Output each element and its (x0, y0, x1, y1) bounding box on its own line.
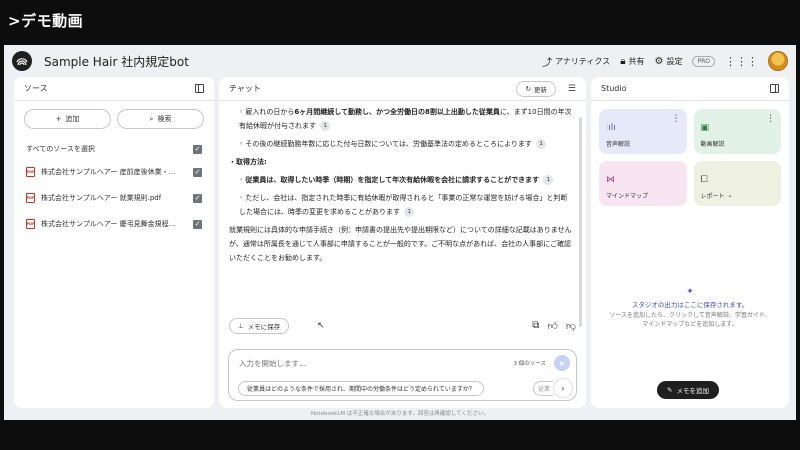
checkbox-checked-icon[interactable]: ✓ (193, 193, 202, 203)
response-paragraph: ◦ 雇入れの日から6ヶ月間継続して勤務し、かつ全労働日の8割以上出勤した従業員に… (239, 108, 572, 131)
copy-icon[interactable]: ⧉ (532, 320, 539, 332)
app-header: Sample Hair 社内規定bot ⤴ アナリティクス 🔒︎ 共有 ⚙ 設定… (4, 45, 796, 77)
tune-icon[interactable]: ☰ (568, 84, 576, 94)
share-button[interactable]: 🔒︎ 共有 (620, 56, 644, 67)
search-source-button[interactable]: ⌕ 検索 (117, 109, 204, 129)
analytics-button[interactable]: ⤴ アナリティクス (542, 54, 610, 69)
magic-wand-icon: ✦ (686, 287, 694, 297)
checkbox-checked-icon[interactable]: ✓ (193, 219, 202, 229)
pdf-icon: PDF (26, 167, 35, 177)
source-item[interactable]: PDF 株式会社サンプルヘアー 就業規則.pdf ✓ (14, 185, 214, 211)
response-paragraph: 就業規則には具体的な申請手続き（例：申請書の提出先や提出期限など）についての詳細… (229, 226, 572, 262)
source-item[interactable]: PDF 株式会社サンプルヘアー 慶弔見舞金規程... ✓ (14, 211, 214, 237)
sources-title: ソース (24, 84, 48, 93)
citation-badge[interactable]: 1 (543, 175, 554, 185)
mouse-cursor-icon: ↖ (317, 321, 325, 331)
save-to-memo-button[interactable]: ⊥ メモに保存 (229, 318, 290, 334)
notebook-title[interactable]: Sample Hair 社内規定bot (44, 53, 189, 70)
pdf-icon: PDF (26, 193, 35, 203)
add-memo-button[interactable]: ✎ メモを追加 (657, 381, 719, 399)
disclaimer-note: NotebookLM は不正確な場合があります。回答は再確認してください。 (310, 411, 490, 417)
report-tile[interactable]: ⧠ レポート ⌄ (693, 161, 781, 206)
audio-wave-icon: ⫶ılı (606, 123, 616, 133)
add-source-button[interactable]: + 追加 (24, 109, 111, 129)
thumbs-down-icon[interactable]: 👎︎ (566, 320, 576, 332)
report-icon: ⧠ (700, 175, 708, 185)
send-icon: ➤ (558, 358, 566, 368)
audio-overview-tile[interactable]: ⫶ılı ⋮ 音声解説 (599, 109, 687, 154)
user-avatar[interactable] (768, 51, 788, 71)
plus-icon: + (55, 115, 62, 123)
chevron-right-icon[interactable]: › (554, 379, 572, 397)
suggestion-chip[interactable]: 従業 (533, 381, 553, 396)
source-name: 株式会社サンプルヘアー 産前産後休業・... (41, 168, 176, 176)
chevron-down-icon: ⌄ (727, 192, 733, 199)
gear-icon: ⚙ (654, 55, 664, 67)
checkbox-checked-icon[interactable]: ✓ (193, 167, 202, 177)
chat-scrollbar[interactable] (579, 117, 582, 327)
response-heading: ・取得方法: (229, 158, 267, 166)
more-vert-icon[interactable]: ⋮ (766, 114, 775, 124)
pencil-icon: ✎ (667, 386, 673, 394)
source-name: 株式会社サンプルヘアー 慶弔見舞金規程... (41, 220, 176, 228)
studio-panel: Studio ⫶ılı ⋮ 音声解説 ▣ ⋮ 動画解説 ⋈ マインドマップ ⧠ … (591, 77, 789, 408)
trending-up-icon: ⤴ (542, 57, 553, 69)
chat-response: ◦ 雇入れの日から6ヶ月間継続して勤務し、かつ全労働日の8割以上出勤した従業員に… (219, 101, 586, 341)
collapse-panel-icon[interactable] (195, 84, 204, 93)
lock-icon: 🔒︎ (620, 55, 626, 67)
suggestion-chip[interactable]: 従業員はどのような条件で採用され、期間中の労働条件はどう定められていますか？ (238, 381, 484, 396)
citation-badge[interactable]: 1 (536, 139, 547, 149)
pin-icon: ⊥ (238, 322, 244, 330)
response-paragraph: ◦ ただし、会社は、指定された時季に有給休暇が取得されると「事業の正常な運営を妨… (239, 194, 568, 217)
video-overview-tile[interactable]: ▣ ⋮ 動画解説 (693, 109, 781, 154)
pro-badge: PRO (692, 55, 715, 67)
source-name: 株式会社サンプルヘアー 就業規則.pdf (41, 194, 162, 202)
select-all-sources[interactable]: すべてのソースを選択 ✓ (14, 139, 214, 159)
citation-badge[interactable]: 1 (320, 121, 331, 131)
send-button[interactable]: ➤ (554, 355, 570, 371)
refresh-icon: ↻ (525, 84, 531, 93)
empty-title: スタジオの出力はここに保存されます。 (631, 301, 749, 309)
chat-panel: チャット ↻ 更新 ☰ ◦ 雇入れの日から6ヶ月間継続して勤務し、かつ全労働日の… (219, 77, 586, 408)
video-icon: ▣ (700, 123, 710, 133)
mindmap-tile[interactable]: ⋈ マインドマップ (599, 161, 687, 206)
response-paragraph: ◦ その後の継続勤務年数に応じた付与日数については、労働基準法の定めるところによ… (229, 137, 572, 151)
chat-input-box: 3 個のソース ➤ 従業員はどのような条件で採用され、期間中の労働条件はどう定め… (228, 349, 577, 401)
sources-panel: ソース + 追加 ⌕ 検索 すべてのソースを選択 ✓ PDF 株式会社サンプルヘ… (14, 77, 214, 408)
checkbox-checked-icon[interactable]: ✓ (193, 144, 202, 154)
select-all-label: すべてのソースを選択 (26, 145, 95, 153)
citation-badge[interactable]: 1 (404, 207, 415, 217)
response-paragraph: ◦ 従業員は、取得したい時季（時期）を指定して年次有給休暇を会社に請求することが… (229, 173, 572, 187)
mindmap-icon: ⋈ (606, 175, 615, 185)
notebooklm-logo-icon[interactable] (12, 51, 32, 71)
video-title: >デモ動画 (8, 12, 84, 30)
notebook-app: Sample Hair 社内規定bot ⤴ アナリティクス 🔒︎ 共有 ⚙ 設定… (4, 45, 796, 420)
thumbs-up-icon[interactable]: 👍︎ (547, 320, 557, 332)
chat-title: チャット (229, 84, 261, 93)
more-vert-icon[interactable]: ⋮ (672, 114, 681, 124)
source-count: 3 個のソース (513, 361, 546, 367)
chat-input[interactable] (239, 355, 499, 371)
empty-subtitle: ソースを追加したら、クリックして音声解説、学習ガイド、マインドマップなどを追加し… (609, 312, 771, 328)
studio-title: Studio (601, 84, 627, 93)
pdf-icon: PDF (26, 219, 35, 229)
refresh-button[interactable]: ↻ 更新 (516, 80, 556, 97)
settings-button[interactable]: ⚙ 設定 (655, 56, 683, 67)
search-icon: ⌕ (149, 114, 154, 123)
collapse-panel-icon[interactable] (770, 84, 779, 93)
studio-empty-state: ✦ スタジオの出力はここに保存されます。 ソースを追加したら、クリックして音声解… (591, 287, 789, 329)
apps-grid-icon[interactable]: ⋮⋮⋮ (725, 55, 758, 68)
source-item[interactable]: PDF 株式会社サンプルヘアー 産前産後休業・... ✓ (14, 159, 214, 185)
